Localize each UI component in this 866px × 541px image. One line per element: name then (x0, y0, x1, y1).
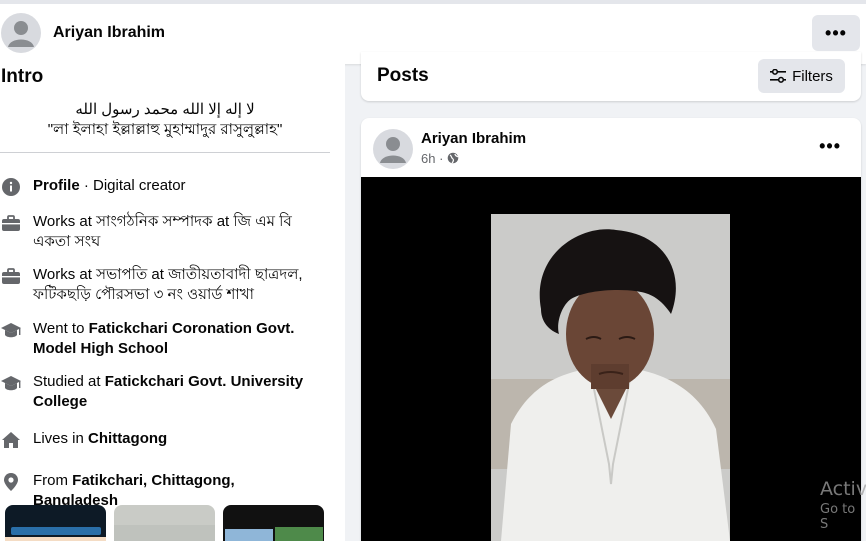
sliders-icon (770, 69, 787, 83)
featured-photos (5, 505, 325, 541)
intro-item-prefix: Lives in (33, 430, 89, 447)
intro-item-prefix: Went to (33, 320, 89, 337)
intro-item-text: Works at সাংগঠনিক সম্পাদক at জি এম বি এক… (33, 213, 292, 250)
post-time[interactable]: 6h · (421, 151, 443, 166)
featured-photo[interactable] (5, 505, 106, 541)
intro-item-prefix: Studied at (33, 373, 105, 390)
info-icon (2, 178, 20, 196)
video-frame (491, 214, 730, 541)
posts-title: Posts (377, 65, 429, 86)
post-card: Ariyan Ibrahim 6h · ••• (361, 118, 861, 541)
profile-avatar[interactable] (1, 13, 41, 53)
bio-line-arabic: لا إله إلا الله محمد رسول الله (75, 101, 255, 118)
post-more-button[interactable]: ••• (819, 136, 841, 157)
activation-watermark: Activ Go to S (820, 478, 866, 532)
watermark-line1: Activ (820, 478, 866, 500)
intro-title: Intro (1, 66, 44, 87)
briefcase-icon (2, 268, 20, 284)
featured-photo[interactable] (114, 505, 215, 541)
intro-item-detail: · Digital creator (79, 177, 186, 194)
post-video[interactable] (361, 177, 861, 541)
graduation-cap-icon (1, 323, 21, 338)
post-author-name[interactable]: Ariyan Ibrahim (421, 130, 526, 147)
location-pin-icon (4, 473, 18, 491)
watermark-line2: Go to S (820, 502, 856, 532)
post-timestamp[interactable]: 6h · (421, 151, 459, 166)
filters-button[interactable]: Filters (758, 59, 845, 93)
intro-item-text: Works at সভাপতি at জাতীয়তাবাদী ছাত্রদল,… (33, 266, 303, 303)
filters-label: Filters (792, 67, 833, 85)
post-author-avatar[interactable] (373, 129, 413, 169)
home-icon (2, 432, 20, 448)
graduation-cap-icon (1, 376, 21, 391)
intro-item-label[interactable]: Profile (33, 177, 80, 194)
intro-item-prefix: From (33, 472, 73, 489)
bio-line-bengali: "লা ইলাহা ইল্লাল্লাহু মুহাম্মাদুর রাসুলু… (47, 121, 283, 138)
intro-card: Intro لا إله إلا الله محمد رسول الله "লা… (0, 64, 345, 541)
featured-photo[interactable] (223, 505, 324, 541)
profile-name[interactable]: Ariyan Ibrahim (53, 24, 165, 42)
divider (0, 152, 330, 153)
more-options-button[interactable]: ••• (812, 15, 860, 51)
briefcase-icon (2, 215, 20, 231)
posts-header: Posts Filters (361, 52, 861, 101)
more-icon: ••• (825, 22, 847, 43)
bio: لا إله إلا الله محمد رسول الله "লা ইলাহা… (0, 100, 330, 140)
more-icon: ••• (819, 136, 841, 156)
intro-item-link[interactable]: Chittagong (88, 430, 167, 447)
globe-icon (447, 152, 459, 164)
